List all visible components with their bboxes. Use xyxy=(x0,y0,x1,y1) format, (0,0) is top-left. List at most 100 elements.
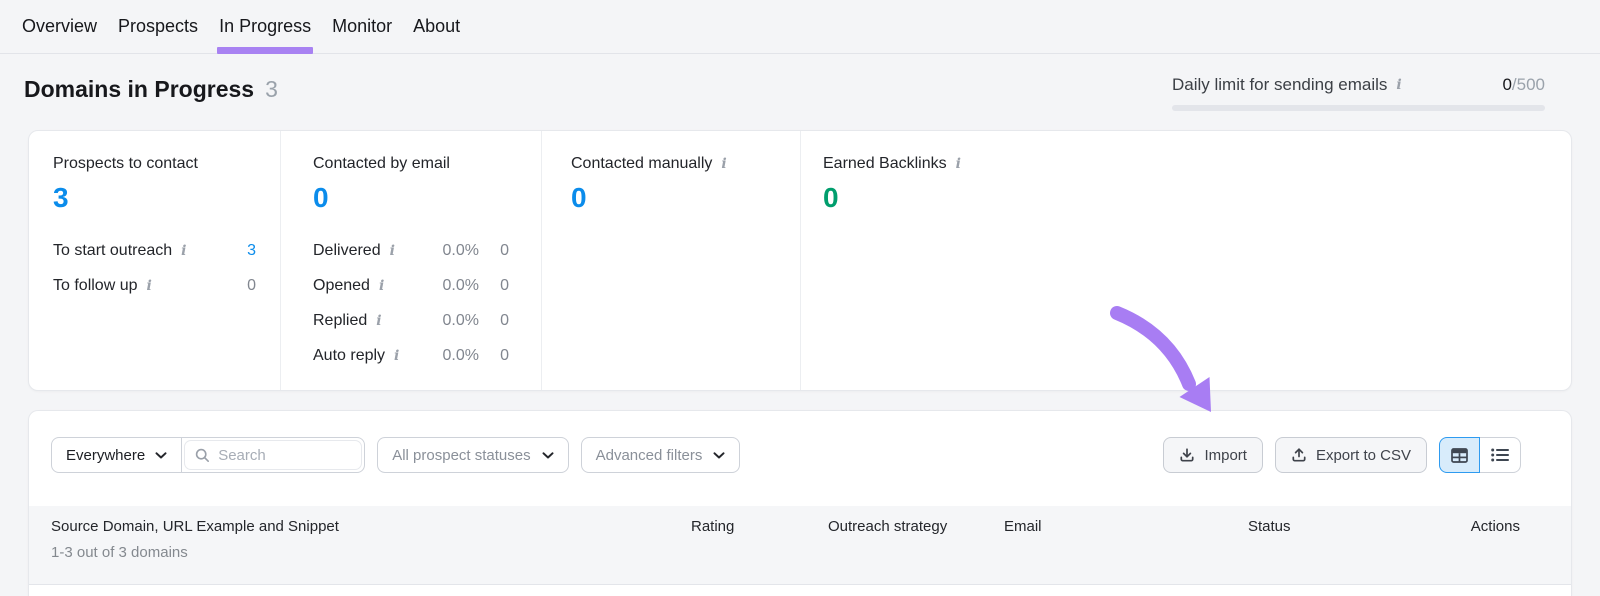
stat-row-label: To start outreach xyxy=(53,241,173,259)
stat-title: Contacted manually xyxy=(571,155,713,172)
prospect-status-filter-dropdown[interactable]: All prospect statuses xyxy=(377,437,569,473)
list-view-icon xyxy=(1491,448,1509,462)
chevron-down-icon xyxy=(155,451,167,458)
tab-about[interactable]: About xyxy=(413,0,460,53)
stat-contacted-by-email: Contacted by email 0 Delivered i 0.0% 0 Op… xyxy=(281,131,542,390)
scope-dropdown-value: Everywhere xyxy=(66,446,146,464)
column-actions: Actions xyxy=(1470,518,1520,535)
stat-row-label: Opened xyxy=(313,276,370,294)
table-toolbar: Everywhere All prospect statuses Advance… xyxy=(29,411,1571,473)
stat-contacted-manually: Contacted manually i 0 xyxy=(542,131,801,390)
stat-value: 0 xyxy=(571,182,587,213)
stat-row-pct: 0.0% xyxy=(442,346,479,364)
stat-value: 0 xyxy=(823,182,839,213)
column-rating: Rating xyxy=(691,518,735,535)
stat-row-count: 0 xyxy=(500,241,509,259)
info-icon[interactable]: i xyxy=(379,279,384,293)
info-icon[interactable]: i xyxy=(1396,78,1401,92)
list-view-toggle[interactable] xyxy=(1480,437,1521,473)
tab-label: Prospects xyxy=(118,16,199,36)
stat-title: Prospects to contact xyxy=(53,155,198,172)
view-toggle xyxy=(1439,437,1521,473)
info-icon[interactable]: i xyxy=(376,314,381,328)
daily-limit-widget: Daily limit for sending emails i 0/500 xyxy=(1172,75,1545,111)
search-icon xyxy=(196,448,210,462)
stat-row-label: Delivered xyxy=(313,241,381,259)
search-box xyxy=(184,440,363,470)
chevron-down-icon xyxy=(713,451,725,458)
table-view-toggle-selected[interactable] xyxy=(1439,437,1480,473)
advanced-filters-dropdown[interactable]: Advanced filters xyxy=(580,437,741,473)
stat-value: 3 xyxy=(53,182,69,213)
daily-limit-label: Daily limit for sending emails xyxy=(1172,75,1388,94)
tab-monitor[interactable]: Monitor xyxy=(332,0,392,53)
daily-limit-used: 0 xyxy=(1502,75,1512,94)
column-source-domain: Source Domain, URL Example and Snippet xyxy=(51,518,339,535)
stat-row-auto-reply: Auto reply i 0.0% 0 xyxy=(313,338,509,373)
chevron-down-icon xyxy=(542,451,554,458)
daily-limit-progress-bar xyxy=(1172,105,1545,111)
tab-label: About xyxy=(413,16,461,36)
stat-row-delivered: Delivered i 0.0% 0 xyxy=(313,233,509,268)
stat-row-label: Auto reply xyxy=(313,346,386,364)
active-tab-indicator xyxy=(217,47,314,54)
table-view-icon xyxy=(1451,447,1468,463)
info-icon[interactable]: i xyxy=(147,279,152,293)
search-scope-group: Everywhere xyxy=(51,437,366,473)
prospect-status-filter-value: All prospect statuses xyxy=(392,446,531,464)
daily-limit-value: 0/500 xyxy=(1502,75,1545,95)
tab-in-progress[interactable]: In Progress xyxy=(217,0,314,54)
daily-limit-total: /500 xyxy=(1511,75,1545,94)
divider xyxy=(181,438,183,472)
page-title-count: 3 xyxy=(265,76,278,102)
upload-icon xyxy=(1292,448,1306,462)
advanced-filters-value: Advanced filters xyxy=(595,446,703,464)
tab-overview[interactable]: Overview xyxy=(22,0,97,53)
stat-row-count: 0 xyxy=(500,346,509,364)
stat-row-count: 0 xyxy=(500,276,509,294)
tab-label: Overview xyxy=(22,16,98,36)
tab-label: In Progress xyxy=(219,16,312,36)
stat-prospects-to-contact: Prospects to contact 3 To start outreach… xyxy=(29,131,281,390)
stat-row-value: 0 xyxy=(247,276,256,294)
stat-row-replied: Replied i 0.0% 0 xyxy=(313,303,509,338)
top-nav: Overview Prospects In Progress Monitor A… xyxy=(0,0,1600,54)
export-to-csv-button-label: Export to CSV xyxy=(1315,446,1411,464)
stat-row-to-follow-up: To follow up i 0 xyxy=(53,268,256,303)
stat-row-value[interactable]: 3 xyxy=(226,242,256,260)
import-button-label: Import xyxy=(1204,446,1247,464)
download-icon xyxy=(1180,448,1194,462)
stat-row-count: 0 xyxy=(500,311,509,329)
stat-row-pct: 0.0% xyxy=(442,241,479,259)
stats-card: Prospects to contact 3 To start outreach… xyxy=(28,130,1572,391)
info-icon[interactable]: i xyxy=(181,244,186,258)
domains-table-card: Everywhere All prospect statuses Advance… xyxy=(28,410,1572,596)
stat-title: Earned Backlinks xyxy=(823,155,947,172)
table-header: Source Domain, URL Example and Snippet 1… xyxy=(29,506,1571,585)
info-icon[interactable]: i xyxy=(721,157,726,171)
column-status: Status xyxy=(1248,518,1291,535)
info-icon[interactable]: i xyxy=(956,157,961,171)
info-icon[interactable]: i xyxy=(394,349,399,363)
stat-title: Contacted by email xyxy=(313,155,450,172)
import-button[interactable]: Import xyxy=(1163,437,1263,473)
tab-prospects[interactable]: Prospects xyxy=(118,0,198,53)
stat-row-label: To follow up xyxy=(53,276,138,294)
page-header: Domains in Progress 3 xyxy=(24,76,278,103)
stat-row-to-start-outreach: To start outreach i 3 xyxy=(53,233,256,268)
table-summary: 1-3 out of 3 domains xyxy=(51,544,188,561)
search-input[interactable] xyxy=(218,446,349,464)
stat-row-label: Replied xyxy=(313,311,368,329)
info-icon[interactable]: i xyxy=(390,244,395,258)
export-to-csv-button[interactable]: Export to CSV xyxy=(1274,437,1427,473)
column-outreach-strategy: Outreach strategy xyxy=(828,518,948,535)
tab-label: Monitor xyxy=(332,16,393,36)
scope-dropdown[interactable]: Everywhere xyxy=(52,438,181,472)
page-title: Domains in Progress xyxy=(24,76,255,102)
stat-value: 0 xyxy=(313,182,329,213)
stat-row-pct: 0.0% xyxy=(442,276,479,294)
toolbar-actions: Import Export to CSV xyxy=(1163,437,1521,473)
stat-row-opened: Opened i 0.0% 0 xyxy=(313,268,509,303)
stat-earned-backlinks: Earned Backlinks i 0 xyxy=(801,131,1571,390)
column-email: Email xyxy=(1004,518,1042,535)
